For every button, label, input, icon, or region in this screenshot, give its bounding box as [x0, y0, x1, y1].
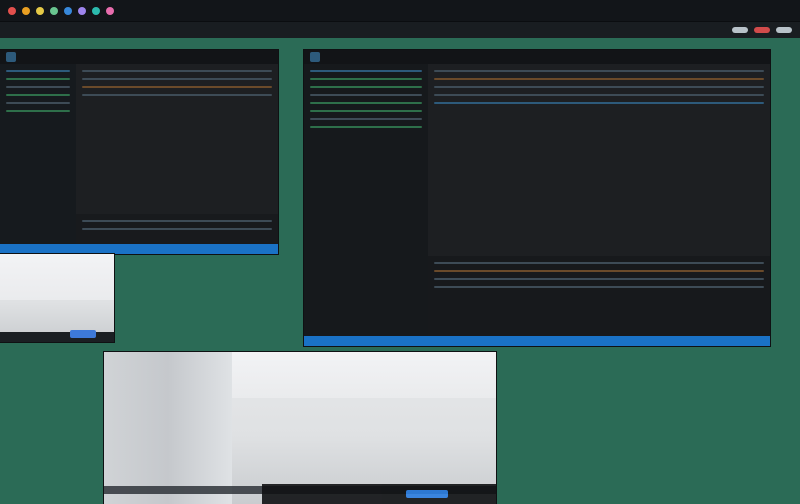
- explorer-line: [310, 94, 422, 96]
- explorer-line: [310, 78, 422, 80]
- red-app-icon[interactable]: [8, 6, 16, 15]
- right-terminal-panel[interactable]: [428, 256, 770, 336]
- window-toolbar: [0, 22, 800, 38]
- orange-app-icon[interactable]: [22, 6, 30, 15]
- system-topbar: [0, 0, 800, 22]
- teal-app-icon[interactable]: [92, 6, 100, 15]
- code-line: [434, 86, 764, 88]
- purple-app-icon[interactable]: [78, 6, 86, 15]
- explorer-line: [6, 110, 70, 112]
- camera-control-button[interactable]: [406, 490, 448, 498]
- toolbar-pill[interactable]: [732, 27, 748, 33]
- code-line: [82, 70, 272, 72]
- camera-bottom-bar: [262, 484, 496, 504]
- right-file-explorer[interactable]: [304, 64, 428, 336]
- code-line: [434, 102, 764, 104]
- green-app-icon[interactable]: [50, 6, 58, 15]
- terminal-line: [434, 262, 764, 264]
- terminal-line: [82, 228, 272, 230]
- curtain: [104, 352, 232, 504]
- explorer-line: [6, 70, 70, 72]
- terminal-line: [434, 286, 764, 288]
- room-ceiling: [0, 254, 114, 300]
- explorer-line: [310, 86, 422, 88]
- right-editor-content: [304, 64, 770, 336]
- right-editor-window: [304, 50, 770, 346]
- left-editor-titlebar: [0, 50, 278, 64]
- explorer-line: [6, 94, 70, 96]
- small-camera-window[interactable]: [0, 254, 114, 342]
- toolbar-right-controls: [732, 27, 792, 33]
- left-terminal-panel[interactable]: [76, 214, 278, 244]
- code-line: [434, 94, 764, 96]
- code-line: [434, 70, 764, 72]
- terminal-line: [434, 278, 764, 280]
- pink-app-icon[interactable]: [106, 6, 114, 15]
- left-file-explorer[interactable]: [0, 64, 76, 244]
- toolbar-pill[interactable]: [776, 27, 792, 33]
- explorer-line: [310, 118, 422, 120]
- toolbar-pill-red[interactable]: [754, 27, 770, 33]
- yellow-app-icon[interactable]: [36, 6, 44, 15]
- left-editor-content: [0, 64, 278, 244]
- camera-bottom-bar: [0, 332, 114, 342]
- window-icon: [310, 52, 320, 62]
- explorer-line: [310, 126, 422, 128]
- terminal-line: [434, 270, 764, 272]
- right-statusbar: [304, 336, 770, 346]
- explorer-line: [6, 102, 70, 104]
- app-icons: [8, 6, 114, 15]
- blue-app-icon[interactable]: [64, 6, 72, 15]
- camera-control-button[interactable]: [70, 330, 96, 338]
- explorer-line: [310, 70, 422, 72]
- left-code-editor[interactable]: [76, 64, 278, 214]
- explorer-line: [6, 78, 70, 80]
- large-camera-window[interactable]: [104, 352, 496, 504]
- code-line: [82, 94, 272, 96]
- code-line: [82, 86, 272, 88]
- code-line: [82, 78, 272, 80]
- right-editor-titlebar: [304, 50, 770, 64]
- left-statusbar: [0, 244, 278, 254]
- explorer-line: [6, 86, 70, 88]
- terminal-line: [82, 220, 272, 222]
- explorer-line: [310, 102, 422, 104]
- right-code-editor[interactable]: [428, 64, 770, 256]
- code-line: [434, 78, 764, 80]
- window-icon: [6, 52, 16, 62]
- explorer-line: [310, 110, 422, 112]
- left-editor-window: [0, 50, 278, 254]
